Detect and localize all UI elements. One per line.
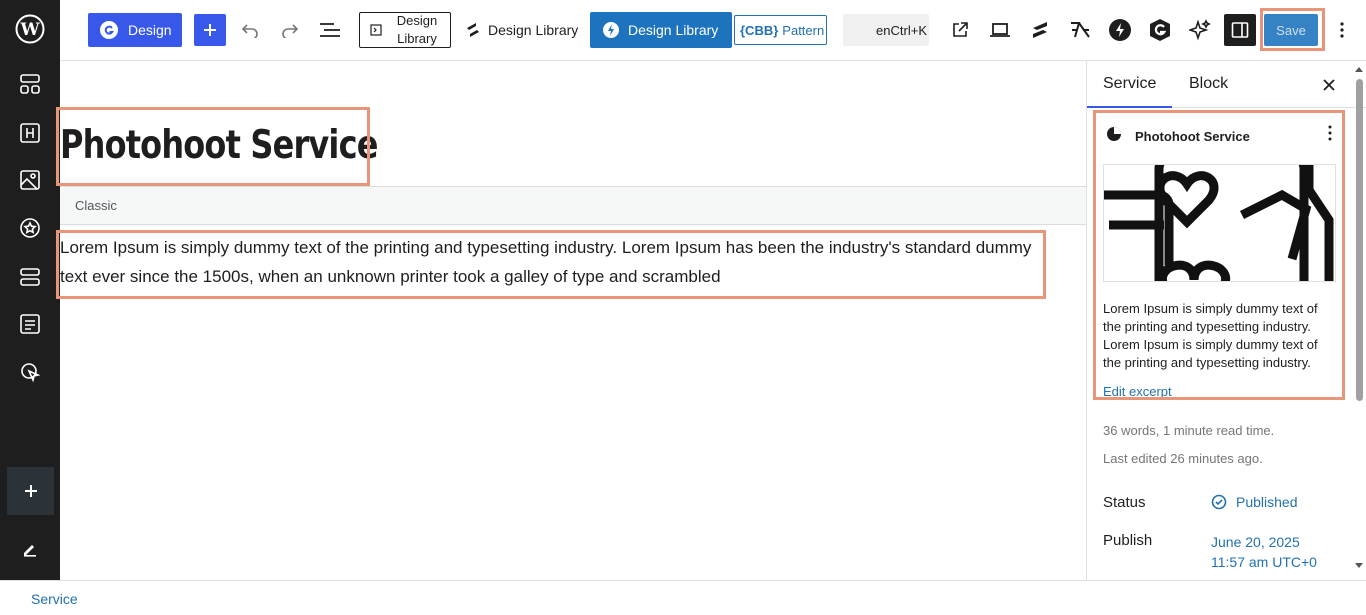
add-block-button[interactable]	[7, 467, 54, 515]
publish-time: 11:57 am UTC+0	[1211, 554, 1317, 570]
cbb-badge: {CBB}	[740, 22, 779, 38]
word-count: 36 words, 1 minute read time.	[1103, 423, 1275, 438]
post-excerpt: Lorem Ipsum is simply dummy text of the …	[1103, 301, 1318, 370]
scrollbar-thumb[interactable]	[1356, 79, 1363, 401]
post-card-title: Photohoot Service	[1135, 129, 1250, 144]
g-shield-logo-icon[interactable]	[1144, 14, 1176, 46]
save-button-label: Save	[1276, 22, 1306, 38]
scroll-up-icon	[1355, 67, 1363, 72]
editor-toolbar: Design Design Library Design Library Des…	[60, 0, 1366, 61]
undo-icon[interactable]	[234, 14, 266, 46]
camera-heart-illustration	[1104, 165, 1334, 281]
design-library-blue-button[interactable]: Design Library	[590, 12, 732, 48]
tab-service[interactable]: Service	[1087, 61, 1172, 108]
edit-excerpt-link[interactable]: Edit excerpt	[1103, 384, 1336, 399]
cursor-select-icon[interactable]	[14, 356, 46, 388]
post-content-paragraph[interactable]: Lorem Ipsum is simply dummy text of the …	[60, 233, 1045, 291]
tab-block[interactable]: Block	[1189, 61, 1228, 108]
block-inserter-button[interactable]	[194, 14, 226, 46]
sidebar-scrollbar[interactable]	[1354, 65, 1364, 570]
options-more-icon[interactable]	[1326, 14, 1358, 46]
close-icon[interactable]	[1318, 74, 1340, 96]
svg-text:W: W	[19, 20, 40, 40]
external-link-icon[interactable]	[944, 14, 976, 46]
wordpress-logo-icon[interactable]: W	[14, 13, 46, 45]
design-button-label: Design	[128, 22, 172, 38]
post-summary-card: Photohoot Service Lorem Ipsum is simply …	[1103, 123, 1336, 399]
patterns-icon[interactable]	[14, 68, 46, 100]
pencil-edit-icon[interactable]	[14, 533, 46, 565]
settings-sidebar-toggle[interactable]	[1224, 14, 1256, 46]
sidebar-panel-icon	[1231, 22, 1249, 38]
featured-image[interactable]	[1103, 164, 1336, 282]
design-button[interactable]: Design	[88, 13, 182, 47]
classic-block-toolbar[interactable]: Classic	[60, 186, 1086, 225]
design-library-outline-button[interactable]: Design Library	[359, 12, 451, 48]
g-logo-icon	[100, 21, 118, 39]
ai-sparkle-icon[interactable]	[1184, 14, 1216, 46]
classic-label: Classic	[75, 198, 117, 213]
published-check-icon	[1211, 494, 1227, 510]
scroll-down-icon	[1355, 563, 1363, 568]
design-library-outline-label: Design Library	[396, 13, 438, 46]
save-button[interactable]: Save	[1264, 14, 1318, 46]
command-palette-label: enCtrl+K	[876, 22, 927, 38]
left-rail: W	[0, 0, 60, 580]
badge-star-icon[interactable]	[14, 212, 46, 244]
status-label: Status	[1103, 494, 1146, 511]
post-title[interactable]: Photohoot Service	[60, 123, 378, 168]
library-icon	[370, 24, 382, 36]
publish-label: Publish	[1103, 532, 1153, 549]
design-library-plain-label: Design Library	[488, 22, 579, 38]
post-actions-more-icon[interactable]	[1328, 125, 1332, 144]
settings-sidebar: Service Block Photohoot Service Lorem Ip…	[1086, 61, 1366, 580]
breadcrumb-service[interactable]: Service	[31, 591, 78, 607]
post-card-header: Photohoot Service	[1103, 123, 1336, 147]
cbb-pattern-button[interactable]: {CBB} Pattern	[734, 15, 827, 45]
status-toggle[interactable]: Published	[1211, 494, 1298, 510]
command-palette-button[interactable]: enCtrl+K	[843, 14, 929, 46]
last-edited: Last edited 26 minutes ago.	[1103, 451, 1263, 466]
status-value: Published	[1236, 494, 1298, 510]
form-icon[interactable]	[14, 308, 46, 340]
sections-icon[interactable]	[14, 261, 46, 293]
image-block-icon[interactable]	[14, 164, 46, 196]
sidebar-tabs: Service Block	[1087, 61, 1366, 108]
redo-icon[interactable]	[274, 14, 306, 46]
bolt-circle-icon	[603, 22, 619, 38]
kadence-logo-icon[interactable]	[1064, 14, 1096, 46]
document-overview-icon[interactable]	[314, 14, 346, 46]
publish-date-toggle[interactable]: June 20, 2025 11:57 am UTC+0	[1211, 532, 1317, 572]
cbb-pattern-label: Pattern	[782, 22, 825, 38]
stackable-logo-icon[interactable]	[1024, 14, 1056, 46]
bolt-logo-icon[interactable]	[1104, 14, 1136, 46]
block-breadcrumb-bar: Service	[0, 580, 1366, 615]
design-library-plain-button[interactable]: Design Library	[464, 12, 578, 48]
editor-canvas: Photohoot Service Classic Lorem Ipsum is…	[60, 61, 1086, 580]
device-preview-icon[interactable]	[984, 14, 1016, 46]
stackable-icon	[467, 23, 479, 37]
heading-block-icon[interactable]	[14, 117, 46, 149]
design-library-blue-label: Design Library	[628, 22, 719, 38]
post-type-icon	[1105, 125, 1123, 146]
publish-date: June 20, 2025	[1211, 534, 1300, 550]
